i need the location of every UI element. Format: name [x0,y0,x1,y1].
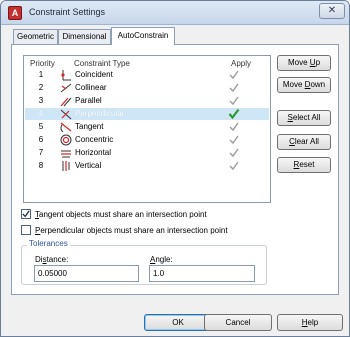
option-text: erpendicular objects must share an inter… [40,226,228,235]
perpendicular-intersection-label[interactable]: Perpendicular objects must share an inte… [35,226,228,235]
coincident-icon [61,70,71,81]
cancel-button[interactable]: Cancel [204,314,272,331]
row-constraint-type: Parallel [75,96,102,105]
row-priority: 6 [38,135,44,144]
row-priority: 2 [38,83,44,92]
row-priority: 3 [38,96,44,105]
table-row[interactable]: 2 Collinear [25,82,269,94]
angle-field[interactable]: 1.0 [149,265,255,282]
table-row-selected[interactable]: 4 Perpendicular [25,108,269,120]
row-priority: 5 [38,122,44,131]
column-header-apply[interactable]: Apply [231,59,251,68]
autocad-app-icon: A [8,6,22,20]
vertical-icon [62,161,70,171]
row-constraint-type: Vertical [75,161,102,170]
row-priority: 4 [38,109,44,118]
move-up-button[interactable]: Move Up [277,55,331,71]
button-label: lear All [294,137,319,146]
tab-autoconstrain[interactable]: AutoConstrain [111,27,175,45]
ok-button[interactable]: OK [144,314,212,331]
option-text: angent objects must share an intersectio… [39,210,207,219]
select-all-button[interactable]: Select All [277,110,331,126]
row-constraint-type: Concentric [75,135,114,144]
apply-checkmark-icon[interactable] [228,160,240,172]
constraint-list[interactable]: Priority Constraint Type Apply 1 Coincid… [23,55,271,203]
help-button[interactable]: Help [277,314,343,331]
button-label: Move [287,58,310,67]
tangent-icon [60,122,72,133]
perpendicular-intersection-checkbox[interactable] [21,225,31,235]
parallel-icon [60,97,72,107]
row-constraint-type: Perpendicular [75,109,125,118]
row-priority: 1 [38,70,44,79]
apply-checkmark-icon[interactable] [228,121,240,133]
apply-checkmark-icon[interactable] [228,95,240,107]
tab-dimensional[interactable]: Dimensional [58,29,111,44]
apply-checkmark-icon[interactable] [228,82,240,94]
window-title: Constraint Settings [29,7,106,17]
reset-button[interactable]: Reset [277,157,331,173]
row-constraint-type: Horizontal [75,148,112,157]
label-text: ngle: [155,255,173,264]
button-label: elect All [292,113,321,122]
apply-checkmark-icon[interactable] [228,69,240,81]
table-row[interactable]: 6 Concentric [25,134,269,146]
button-label: p [315,58,321,67]
column-header-priority[interactable]: Priority [30,59,55,68]
collinear-icon [60,83,72,93]
button-label: eset [299,160,315,169]
table-row[interactable]: 3 Parallel [25,95,269,107]
row-priority: 7 [38,148,44,157]
concentric-icon [60,134,72,146]
table-row[interactable]: 1 Coincident [25,69,269,81]
table-row[interactable]: 7 Horizontal [25,147,269,159]
tab-geometric[interactable]: Geometric [13,29,58,44]
label-text: Di [35,255,43,264]
row-constraint-type: Coincident [75,70,113,79]
clear-all-button[interactable]: Clear All [277,134,331,150]
row-constraint-type: Collinear [75,83,107,92]
checkmark-icon [22,210,30,218]
title-bar[interactable]: A Constraint Settings ✕ [1,1,349,25]
apply-checkmark-active-icon[interactable] [228,108,240,120]
angle-label: Angle: [150,255,173,264]
column-header-constraint-type[interactable]: Constraint Type [74,59,130,68]
tangent-intersection-label[interactable]: Tangent objects must share an intersecti… [35,210,207,219]
distance-label: Distance: [35,255,68,264]
tangent-intersection-checkbox[interactable] [21,209,31,219]
move-down-button[interactable]: Move Down [277,77,331,93]
button-label: own [310,80,326,89]
horizontal-icon [61,150,71,158]
close-button[interactable]: ✕ [319,3,345,19]
apply-checkmark-icon[interactable] [228,147,240,159]
table-row[interactable]: 8 Vertical [25,160,269,172]
button-label: Move [282,80,305,89]
distance-field[interactable]: 0.05000 [34,265,139,282]
table-row[interactable]: 5 Tangent [25,121,269,133]
tolerances-legend: Tolerances [27,239,70,248]
apply-checkmark-icon[interactable] [228,134,240,146]
label-text: tance: [46,255,69,264]
row-constraint-type: Tangent [75,122,104,131]
perpendicular-icon [60,109,72,120]
constraint-settings-dialog: A Constraint Settings ✕ Geometric Dimens… [0,0,350,337]
row-priority: 8 [38,161,44,170]
button-label: elp [307,318,319,327]
